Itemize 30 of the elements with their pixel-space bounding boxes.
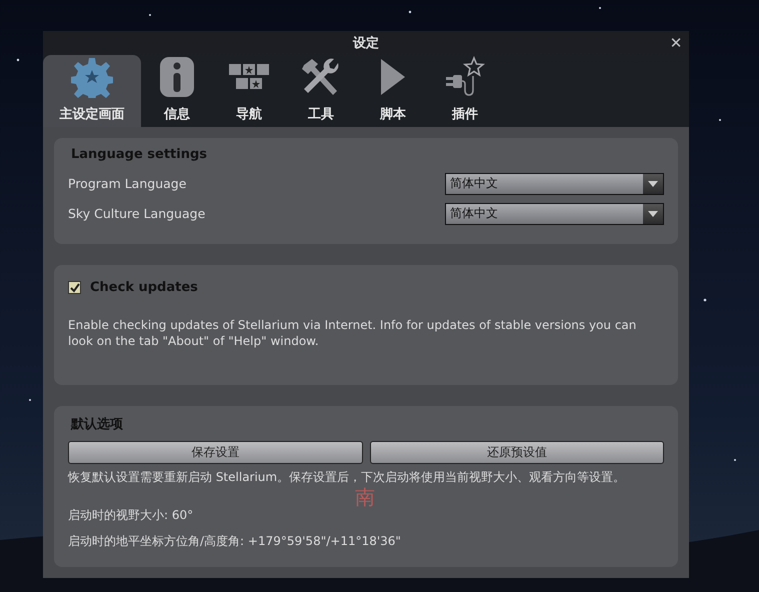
- info-icon: [159, 56, 195, 98]
- fov-text: 启动时的视野大小: 60°: [68, 507, 194, 523]
- language-dropdown[interactable]: 简体中文: [445, 172, 664, 194]
- tab[interactable]: 导航: [213, 55, 285, 127]
- language-dropdown[interactable]: 简体中文: [445, 202, 664, 224]
- tab[interactable]: 主设定画面: [43, 55, 141, 127]
- close-button[interactable]: ✕: [667, 34, 685, 52]
- plug-star-icon: [445, 56, 485, 98]
- play-icon: [379, 57, 407, 97]
- section-title: Language settings: [71, 147, 208, 162]
- window-title: 设定: [353, 34, 379, 52]
- tab[interactable]: 信息: [141, 55, 213, 127]
- tab[interactable]: 脚本: [357, 55, 429, 127]
- action-button[interactable]: 保存设置: [68, 441, 362, 464]
- action-button[interactable]: 还原预设值: [370, 441, 664, 464]
- tab[interactable]: 工具: [285, 55, 357, 127]
- star-blocks-icon: [229, 62, 269, 92]
- dropdown-arrow-icon: [648, 210, 658, 216]
- tab[interactable]: 插件: [429, 55, 501, 127]
- checkbox-label: Check updates: [90, 280, 198, 295]
- dropdown-arrow-icon: [648, 180, 658, 186]
- field-label: Program Language: [68, 176, 186, 191]
- sky-label: 南: [355, 484, 375, 511]
- note-text: 恢复默认设置需要重新启动 Stellarium。保存设置后，下次启动将使用当前视野大小、观看方向等设置。: [68, 469, 626, 485]
- checkbox[interactable]: [68, 281, 81, 294]
- gear-icon: [71, 56, 113, 98]
- direction-text: 启动时的地平坐标方位角/高度角: +179°59'58"/+11°18'36": [68, 533, 401, 549]
- section-title: 默认选项: [71, 416, 124, 433]
- description-text: Enable checking updates of Stellarium via Internet. Info for updates of stable versions you can look on the tab "About" of "Help" window.: [68, 317, 638, 349]
- field-label: Sky Culture Language: [68, 206, 206, 221]
